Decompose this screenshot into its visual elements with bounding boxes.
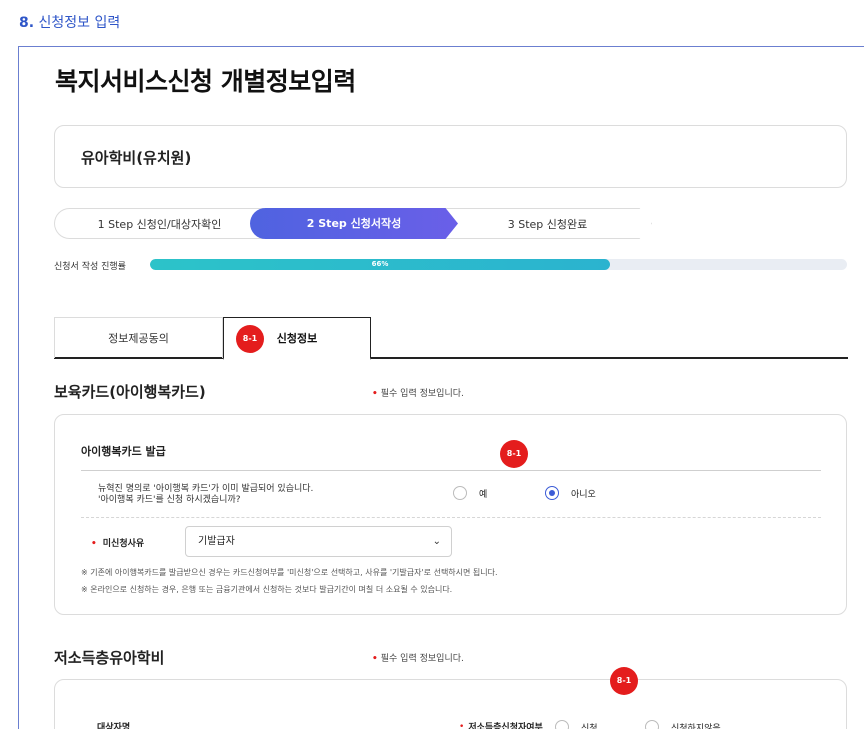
- step-3: 3 Step 신청완료: [444, 208, 652, 239]
- annotation-badge: 8-1: [500, 440, 528, 468]
- low-income-section-title: 저소득층유아학비: [54, 649, 165, 667]
- required-dot: •: [459, 721, 465, 729]
- radio-not-apply[interactable]: [645, 720, 659, 729]
- progress-fill: 66%: [150, 259, 611, 270]
- required-note-text: 필수 입력 정보입니다.: [380, 654, 464, 664]
- section-label-text: 신청정보 입력: [38, 15, 121, 31]
- radio-yes[interactable]: [453, 486, 467, 500]
- question-line-2: '아이행복 카드'를 신청 하시겠습니까?: [98, 495, 241, 505]
- section-number: 8.: [19, 15, 35, 31]
- step-indicator: 1 Step 신청인/대상자확인 3 Step 신청완료 2 Step 신청서작…: [54, 208, 654, 239]
- tab-info-consent[interactable]: 정보제공동의: [54, 317, 223, 358]
- required-dot: •: [372, 389, 378, 399]
- progress-bar: 66%: [150, 259, 847, 270]
- annotation-badge: 8-1: [610, 667, 638, 695]
- question-line-1: 뉴혁진 명의로 '아이행복 카드'가 이미 발급되어 있습니다.: [98, 484, 314, 494]
- service-name: 유아학비(유치원): [81, 149, 192, 167]
- card-section-title: 보육카드(아이행복카드): [54, 383, 206, 401]
- section-heading: 8. 신청정보 입력: [19, 12, 120, 32]
- annotation-badge: 8-1: [236, 325, 264, 353]
- radio-no-selected[interactable]: [545, 486, 559, 500]
- card-issuance-panel: 아이행복카드 발급 뉴혁진 명의로 '아이행복 카드'가 이미 발급되어 있습니…: [54, 414, 847, 615]
- target-name-label-text: 대상자명: [97, 723, 131, 729]
- tab-bar: 정보제공동의 신청정보: [54, 317, 848, 360]
- reason-select[interactable]: 기발급자 ⌄: [185, 526, 452, 557]
- required-note-text: 필수 입력 정보입니다.: [380, 389, 464, 399]
- chevron-down-icon: ⌄: [432, 536, 441, 547]
- note-2: ※ 온라인으로 신청하는 경우, 은행 또는 금융기관에서 신청하는 것보다 발…: [81, 585, 453, 594]
- progress-label: 신청서 작성 진행률: [54, 262, 126, 272]
- card-question: 뉴혁진 명의로 '아이행복 카드'가 이미 발급되어 있습니다. '아이행복 카…: [98, 484, 458, 506]
- reason-select-value: 기발급자: [198, 536, 235, 547]
- low-income-apply-label: • 저소득층신청자여부: [459, 720, 543, 729]
- radio-no-label: 아니오: [571, 489, 596, 500]
- reason-label: • 미신청사유: [91, 536, 144, 549]
- radio-yes-label: 예: [479, 489, 488, 500]
- required-note: • 필수 입력 정보입니다.: [372, 386, 464, 399]
- radio-apply-group[interactable]: 신청: [555, 720, 598, 729]
- radio-no-group[interactable]: 아니오: [545, 486, 596, 500]
- radio-yes-group[interactable]: 예: [453, 486, 487, 500]
- required-dot: •: [372, 654, 378, 664]
- required-dot: •: [91, 539, 97, 549]
- tab-application-info-label: 신청정보: [276, 332, 318, 345]
- low-income-panel: 대상자명 • 저소득층신청자여부 신청 신청하지않음: [54, 679, 847, 729]
- reason-label-text: 미신청사유: [102, 539, 145, 549]
- radio-not-apply-group[interactable]: 신청하지않음: [645, 720, 721, 729]
- page-title: 복지서비스신청 개별정보입력: [55, 67, 356, 96]
- note-1: ※ 기존에 아이행복카드를 발급받으신 경우는 카드신청여부를 '미신청'으로 …: [81, 568, 498, 577]
- radio-apply-label: 신청: [581, 723, 598, 729]
- dashed-divider: [81, 517, 821, 518]
- step-2-active: 2 Step 신청서작성: [250, 208, 458, 239]
- radio-not-apply-label: 신청하지않음: [671, 723, 721, 729]
- card-issuance-title: 아이행복카드 발급: [81, 445, 166, 458]
- radio-apply[interactable]: [555, 720, 569, 729]
- low-income-apply-label-text: 저소득층신청자여부: [468, 723, 543, 729]
- target-name-label: 대상자명: [97, 720, 130, 729]
- divider: [81, 470, 821, 471]
- required-note: • 필수 입력 정보입니다.: [372, 651, 464, 664]
- service-box: 유아학비(유치원): [54, 125, 847, 188]
- step-1: 1 Step 신청인/대상자확인: [54, 208, 264, 239]
